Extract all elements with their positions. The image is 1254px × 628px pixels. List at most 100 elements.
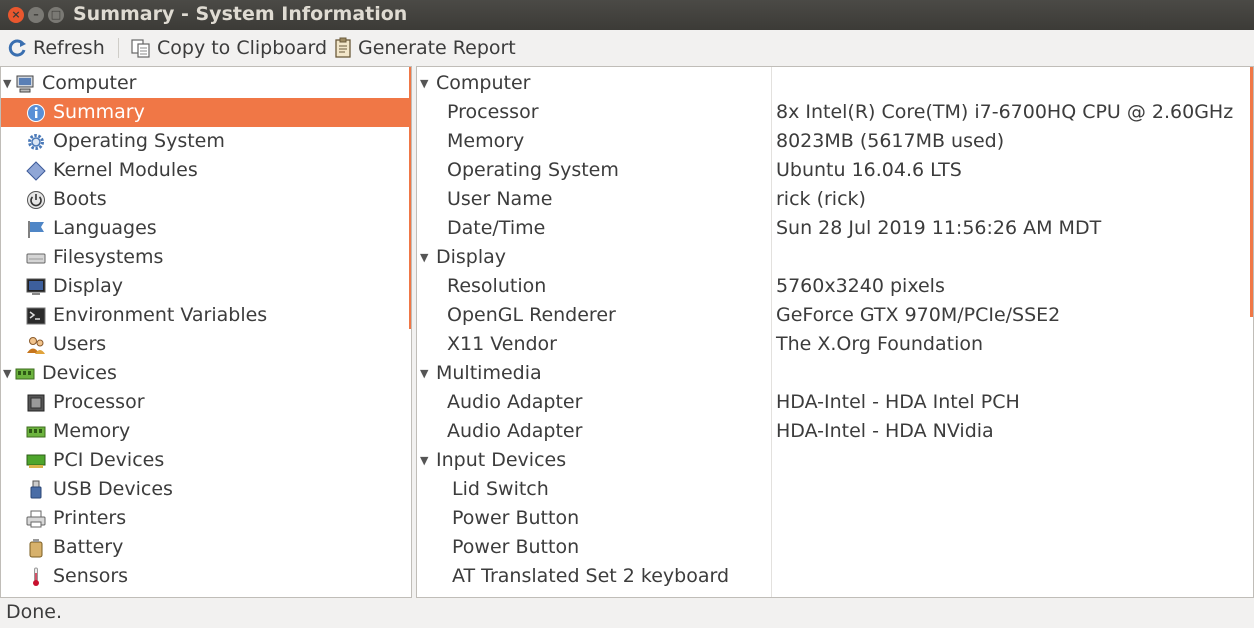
copy-label: Copy to Clipboard bbox=[157, 37, 328, 59]
tree-item-operating-system[interactable]: Operating System bbox=[1, 127, 409, 156]
tree-item-label: Processor bbox=[53, 391, 145, 413]
detail-row[interactable]: Processor 8x Intel(R) Core(TM) i7-6700HQ … bbox=[417, 98, 1247, 127]
detail-label: User Name bbox=[447, 188, 553, 210]
toolbar: Refresh Copy to Clipboard Generate Repor… bbox=[0, 30, 1254, 65]
tree-item-printers[interactable]: Printers bbox=[1, 504, 409, 533]
ram-icon bbox=[26, 426, 46, 438]
expander-arrow-icon[interactable]: ▼ bbox=[420, 69, 428, 98]
tree-item-memory[interactable]: Memory bbox=[1, 417, 409, 446]
detail-row[interactable]: Lid Switch bbox=[417, 475, 1247, 504]
detail-value: HDA-Intel - HDA NVidia bbox=[776, 420, 994, 442]
thermometer-icon bbox=[33, 567, 39, 586]
tree-item-computer[interactable]: ▼ Computer bbox=[1, 69, 409, 98]
tree-item-label: PCI Devices bbox=[53, 449, 165, 471]
window-title: Summary - System Information bbox=[73, 3, 408, 25]
info-icon bbox=[27, 104, 45, 122]
detail-row[interactable]: X11 Vendor The X.Org Foundation bbox=[417, 330, 1247, 359]
tree-item-label: Battery bbox=[53, 536, 124, 558]
generate-report-button[interactable]: Generate Report bbox=[333, 35, 516, 61]
detail-row[interactable]: Power Button bbox=[417, 533, 1247, 562]
tree-item-processor[interactable]: Processor bbox=[1, 388, 409, 417]
tree-item-usb-devices[interactable]: USB Devices bbox=[1, 475, 409, 504]
monitor-icon bbox=[26, 278, 46, 295]
detail-label: Lid Switch bbox=[452, 478, 549, 500]
status-bar-text: Done. bbox=[6, 601, 63, 623]
computer-icon bbox=[16, 75, 34, 93]
detail-value: 8023MB (5617MB used) bbox=[776, 130, 1005, 152]
toolbar-separator bbox=[118, 38, 119, 58]
expander-arrow-icon[interactable]: ▼ bbox=[3, 69, 11, 98]
ram-icon bbox=[15, 368, 35, 380]
tree-item-label: Sensors bbox=[53, 565, 129, 587]
tree-item-pci-devices[interactable]: PCI Devices bbox=[1, 446, 409, 475]
detail-section-computer[interactable]: ▼ Computer bbox=[417, 69, 1247, 98]
section-label: Computer bbox=[436, 72, 531, 94]
tree-item-label: Filesystems bbox=[53, 246, 164, 268]
detail-row[interactable]: User Name rick (rick) bbox=[417, 185, 1247, 214]
detail-label: Processor bbox=[447, 101, 539, 123]
detail-section-display[interactable]: ▼ Display bbox=[417, 243, 1247, 272]
detail-value: Sun 28 Jul 2019 11:56:26 AM MDT bbox=[776, 217, 1102, 239]
detail-row[interactable]: OpenGL Renderer GeForce GTX 970M/PCIe/SSE… bbox=[417, 301, 1247, 330]
usb-icon bbox=[30, 480, 42, 499]
tree-item-label: Printers bbox=[53, 507, 127, 529]
cpu-icon bbox=[27, 394, 45, 412]
detail-value: 8x Intel(R) Core(TM) i7-6700HQ CPU @ 2.6… bbox=[776, 101, 1234, 123]
tree-item-label: Memory bbox=[53, 420, 131, 442]
detail-row[interactable]: Date/Time Sun 28 Jul 2019 11:56:26 AM MDT bbox=[417, 214, 1247, 243]
tree-item-sensors[interactable]: Sensors bbox=[1, 562, 409, 591]
detail-section-input-devices[interactable]: ▼ Input Devices bbox=[417, 446, 1247, 475]
tree-item-label: Operating System bbox=[53, 130, 225, 152]
tree-item-filesystems[interactable]: Filesystems bbox=[1, 243, 409, 272]
detail-label: AT Translated Set 2 keyboard bbox=[452, 565, 730, 587]
pci-icon bbox=[26, 454, 46, 468]
tree-item-summary[interactable]: Summary bbox=[1, 98, 409, 127]
detail-row[interactable]: Audio Adapter HDA-Intel - HDA Intel PCH bbox=[417, 388, 1247, 417]
expander-arrow-icon[interactable]: ▼ bbox=[420, 359, 428, 388]
detail-row[interactable]: AT Translated Set 2 keyboard bbox=[417, 562, 1247, 591]
detail-label: Power Button bbox=[452, 536, 580, 558]
expander-arrow-icon[interactable]: ▼ bbox=[420, 446, 428, 475]
tree-item-battery[interactable]: Battery bbox=[1, 533, 409, 562]
tree-item-label: Summary bbox=[53, 101, 145, 123]
detail-row[interactable]: Audio Adapter HDA-Intel - HDA NVidia bbox=[417, 417, 1247, 446]
report-label: Generate Report bbox=[358, 37, 516, 59]
tree-item-devices[interactable]: ▼ Devices bbox=[1, 359, 409, 388]
tree-item-users[interactable]: Users bbox=[1, 330, 409, 359]
tree-item-kernel-modules[interactable]: Kernel Modules bbox=[1, 156, 409, 185]
tree-item-label: Display bbox=[53, 275, 124, 297]
tree-item-label: Boots bbox=[53, 188, 107, 210]
expander-arrow-icon[interactable]: ▼ bbox=[3, 359, 11, 388]
detail-row[interactable]: Resolution 5760x3240 pixels bbox=[417, 272, 1247, 301]
printer-icon bbox=[26, 510, 46, 528]
detail-label: Audio Adapter bbox=[447, 391, 583, 413]
tree-item-boots[interactable]: Boots bbox=[1, 185, 409, 214]
detail-value: 5760x3240 pixels bbox=[776, 275, 945, 297]
refresh-label: Refresh bbox=[33, 37, 105, 59]
details-scrollbar[interactable] bbox=[1250, 67, 1253, 317]
close-window-button[interactable]: × bbox=[8, 7, 24, 23]
tree-item-label: Users bbox=[53, 333, 107, 355]
gear-icon bbox=[28, 134, 44, 150]
users-icon bbox=[27, 337, 45, 354]
copy-to-clipboard-button[interactable]: Copy to Clipboard bbox=[130, 35, 327, 61]
detail-label: Memory bbox=[447, 130, 525, 152]
expander-arrow-icon[interactable]: ▼ bbox=[420, 243, 428, 272]
detail-row[interactable]: Memory 8023MB (5617MB used) bbox=[417, 127, 1247, 156]
report-icon bbox=[335, 37, 351, 58]
detail-row[interactable]: Power Button bbox=[417, 504, 1247, 533]
detail-label: Resolution bbox=[447, 275, 547, 297]
maximize-window-button[interactable]: □ bbox=[48, 7, 64, 23]
category-tree[interactable]: ▼ Computer Summary Operating System Kernel M… bbox=[0, 66, 412, 598]
detail-section-multimedia[interactable]: ▼ Multimedia bbox=[417, 359, 1247, 388]
copy-icon bbox=[131, 39, 150, 58]
refresh-button[interactable]: Refresh bbox=[8, 35, 105, 61]
tree-item-environment-variables[interactable]: Environment Variables bbox=[1, 301, 409, 330]
minimize-window-button[interactable]: – bbox=[28, 7, 44, 23]
details-view[interactable]: ▼ Computer Processor 8x Intel(R) Core(TM) i… bbox=[416, 66, 1254, 598]
section-label: Display bbox=[436, 246, 507, 268]
detail-row[interactable]: Operating System Ubuntu 16.04.6 LTS bbox=[417, 156, 1247, 185]
tree-item-languages[interactable]: Languages bbox=[1, 214, 409, 243]
tree-item-display[interactable]: Display bbox=[1, 272, 409, 301]
tree-scrollbar[interactable] bbox=[409, 67, 411, 329]
